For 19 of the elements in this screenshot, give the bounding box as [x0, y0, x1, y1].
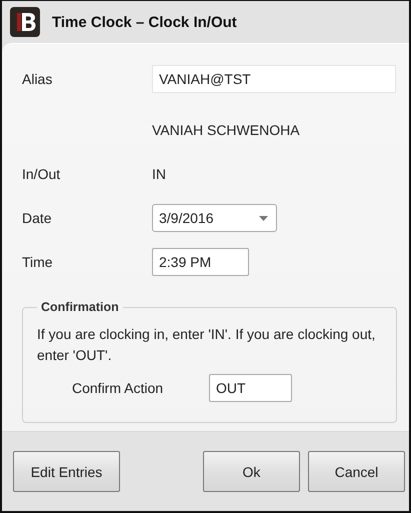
field-label: In/Out [22, 166, 60, 182]
field-value: IN [152, 166, 166, 182]
confirm-action-input-field[interactable]: OUT [209, 374, 292, 402]
field-label: Confirm Action [72, 380, 164, 396]
instruction-text: If you are clocking in, enter 'IN'. If you are clocking out, enter 'OUT'. [37, 325, 376, 365]
time-input-field[interactable]: 2:39 PM [152, 248, 249, 276]
alias-input-field[interactable]: VANIAH@TST [152, 65, 396, 93]
edit-entries-button[interactable]: Edit Entries [13, 451, 120, 492]
date-dropdown[interactable]: 3/9/2016 [152, 204, 277, 232]
window-title: Time Clock – Clock In/Out [52, 14, 237, 30]
field-label: Time [22, 254, 53, 270]
field-label: Date [22, 210, 52, 226]
field-value: VANIAH SCHWENOHA [152, 122, 300, 138]
ok-button[interactable]: Ok [203, 451, 300, 492]
group-title: Confirmation [40, 300, 120, 314]
cancel-button[interactable]: Cancel [308, 451, 405, 492]
field-label: Alias [22, 71, 52, 87]
app-logo-icon [10, 7, 40, 37]
dropdown-arrow-icon [259, 216, 268, 220]
